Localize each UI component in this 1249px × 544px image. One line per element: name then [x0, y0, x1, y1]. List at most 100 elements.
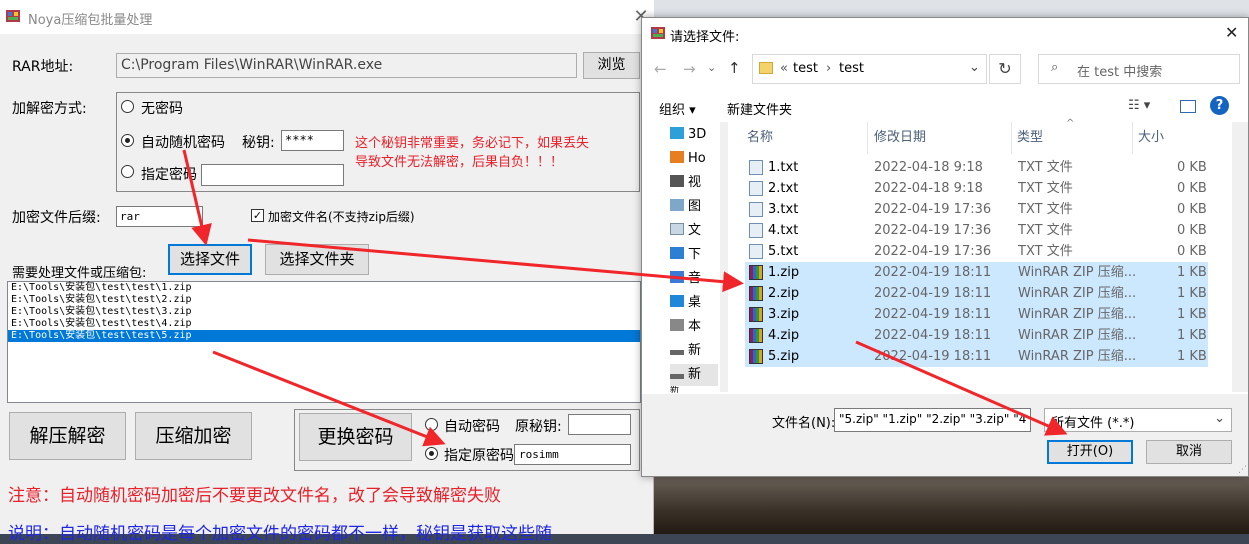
text-file-icon — [749, 181, 763, 196]
column-date[interactable]: 修改日期 — [874, 122, 926, 154]
nav-item-local-disk[interactable]: 本 — [670, 316, 718, 338]
nav-label: 3D — [688, 127, 707, 142]
refresh-icon[interactable]: ↻ — [989, 54, 1021, 84]
file-row[interactable]: 1.txt 2022-04-18 9:18 TXT 文件 0 KB — [745, 157, 1208, 178]
app-icon — [6, 10, 20, 22]
file-type: TXT 文件 — [1018, 223, 1073, 238]
radio-specify-orig[interactable] — [425, 447, 438, 460]
breadcrumb-test-2[interactable]: test — [839, 61, 864, 76]
column-divider — [867, 122, 868, 154]
nav-item-volume-3[interactable]: 新 — [670, 386, 718, 394]
file-row[interactable]: 4.txt 2022-04-19 17:36 TXT 文件 0 KB — [745, 220, 1208, 241]
view-options-icon[interactable]: ☷ ▾ — [1128, 98, 1150, 113]
filetype-select[interactable]: 所有文件 (*.*) ⌄ — [1044, 408, 1232, 432]
change-password-button[interactable]: 更换密码 — [299, 413, 412, 461]
radio-no-password[interactable] — [121, 100, 134, 113]
radio-auto-password[interactable] — [121, 134, 134, 147]
list-item[interactable]: E:\Tools\安装包\test\test\3.zip — [8, 306, 640, 318]
list-item[interactable]: E:\Tools\安装包\test\test\2.zip — [8, 294, 640, 306]
resize-grip-icon[interactable]: ⋰ — [1238, 465, 1247, 475]
select-folder-button[interactable]: 选择文件夹 — [265, 244, 369, 275]
orig-key-field[interactable] — [568, 414, 631, 435]
radio-specify-password[interactable] — [121, 165, 134, 178]
nav-item-downloads[interactable]: 下 — [670, 244, 718, 266]
nav-item-volume-2[interactable]: 新 — [670, 364, 718, 386]
list-item[interactable]: E:\Tools\安装包\test\test\4.zip — [8, 318, 640, 330]
nav-item-pictures[interactable]: 图 — [670, 196, 718, 218]
list-item-selected[interactable]: E:\Tools\安装包\test\test\5.zip — [8, 330, 640, 342]
file-type: WinRAR ZIP 压缩... — [1018, 307, 1137, 322]
radio-auto-pwd[interactable] — [425, 418, 438, 431]
column-type[interactable]: 类型 — [1017, 122, 1043, 154]
winrar-zip-icon — [749, 307, 763, 322]
encrypt-name-checkbox[interactable]: ✓ — [251, 209, 264, 222]
compress-button[interactable]: 压缩加密 — [135, 412, 252, 460]
file-size: 1 KB — [1177, 349, 1207, 364]
file-row-selected[interactable]: 5.zip 2022-04-19 18:11 WinRAR ZIP 压缩... 1 K… — [745, 346, 1208, 367]
nav-item-3d[interactable]: 3D — [670, 124, 718, 146]
file-listbox[interactable]: E:\Tools\安装包\test\test\1.zip E:\Tools\安装… — [7, 281, 641, 403]
file-date: 2022-04-19 17:36 — [874, 244, 992, 259]
file-row[interactable]: 5.txt 2022-04-19 17:36 TXT 文件 0 KB — [745, 241, 1208, 262]
radio-no-password-label: 无密码 — [141, 101, 183, 117]
decompress-button[interactable]: 解压解密 — [9, 412, 126, 460]
help-icon[interactable]: ? — [1210, 96, 1229, 115]
filename-input[interactable]: "5.zip" "1.zip" "2.zip" "3.zip" "4 — [834, 408, 1031, 432]
nav-item-volume-1[interactable]: 新 — [670, 340, 718, 362]
cancel-button[interactable]: 取消 — [1146, 440, 1232, 464]
new-folder-button[interactable]: 新建文件夹 — [727, 99, 792, 118]
file-size: 1 KB — [1177, 286, 1207, 301]
back-icon[interactable]: ← — [654, 60, 667, 78]
file-date: 2022-04-19 18:11 — [874, 286, 992, 301]
file-row-selected[interactable]: 1.zip 2022-04-19 18:11 WinRAR ZIP 压缩... 1 K… — [745, 262, 1208, 283]
chevron-down-icon: ⌄ — [1214, 411, 1225, 426]
nav-scrollbar[interactable] — [720, 122, 728, 392]
file-type: WinRAR ZIP 压缩... — [1018, 265, 1137, 280]
file-row[interactable]: 2.txt 2022-04-18 9:18 TXT 文件 0 KB — [745, 178, 1208, 199]
specify-password-field[interactable] — [201, 164, 344, 186]
file-type: TXT 文件 — [1018, 202, 1073, 217]
warning-line1: 这个秘钥非常重要，务必记下，如果丢失 — [355, 136, 590, 151]
search-box[interactable]: ⌕ 在 test 中搜索 — [1038, 54, 1240, 84]
nav-label: 新 — [688, 367, 702, 382]
file-row-selected[interactable]: 3.zip 2022-04-19 18:11 WinRAR ZIP 压缩... 1 K… — [745, 304, 1208, 325]
address-dropdown-icon[interactable]: ⌄ — [969, 60, 980, 75]
file-name: 1.zip — [768, 265, 800, 280]
organize-button[interactable]: 组织 ▾ — [659, 99, 696, 118]
list-item[interactable]: E:\Tools\安装包\test\test\1.zip — [8, 282, 640, 294]
file-row-selected[interactable]: 4.zip 2022-04-19 18:11 WinRAR ZIP 压缩... 1 K… — [745, 325, 1208, 346]
orig-password-field[interactable]: rosimm — [514, 444, 631, 465]
file-date: 2022-04-19 18:11 — [874, 349, 992, 364]
breadcrumb-prefix: « — [780, 61, 788, 76]
forward-icon[interactable]: → — [683, 60, 696, 78]
rar-path-field[interactable]: C:\Program Files\WinRAR\WinRAR.exe — [116, 53, 577, 78]
file-size: 0 KB — [1177, 202, 1207, 217]
nav-label: 音 — [688, 271, 702, 286]
search-icon: ⌕ — [1051, 60, 1059, 75]
file-list-scrollbar[interactable] — [1232, 122, 1248, 392]
file-row-selected[interactable]: 2.zip 2022-04-19 18:11 WinRAR ZIP 压缩... 1 K… — [745, 283, 1208, 304]
open-button[interactable]: 打开(O) — [1047, 440, 1133, 464]
browse-button[interactable]: 浏览 — [583, 52, 640, 79]
column-size[interactable]: 大小 — [1138, 122, 1164, 154]
winrar-zip-icon — [749, 265, 763, 280]
dialog-close-icon[interactable]: ✕ — [1225, 23, 1238, 42]
preview-pane-icon[interactable] — [1180, 100, 1196, 113]
breadcrumb-test-1[interactable]: test — [793, 61, 818, 76]
address-bar[interactable]: « test › test ⌄ — [752, 54, 987, 84]
command-bar: 组织 ▾ 新建文件夹 ☷ ▾ ? — [642, 94, 1248, 120]
nav-item-videos[interactable]: 视 — [670, 172, 718, 194]
file-type: TXT 文件 — [1018, 160, 1073, 175]
select-file-button[interactable]: 选择文件 — [168, 244, 252, 275]
suffix-field[interactable]: rar — [116, 206, 203, 227]
nav-item-documents[interactable]: 文 — [670, 220, 718, 242]
recent-chevron-icon[interactable]: ⌄ — [707, 61, 716, 74]
nav-item-music[interactable]: 音 — [670, 268, 718, 290]
file-row[interactable]: 3.txt 2022-04-19 17:36 TXT 文件 0 KB — [745, 199, 1208, 220]
column-name[interactable]: 名称 — [747, 122, 773, 154]
home-icon — [670, 151, 684, 163]
up-icon[interactable]: ↑ — [728, 59, 741, 77]
key-field[interactable]: **** — [281, 130, 344, 151]
nav-item-desktop[interactable]: 桌 — [670, 292, 718, 314]
nav-item-home[interactable]: Ho — [670, 148, 718, 170]
